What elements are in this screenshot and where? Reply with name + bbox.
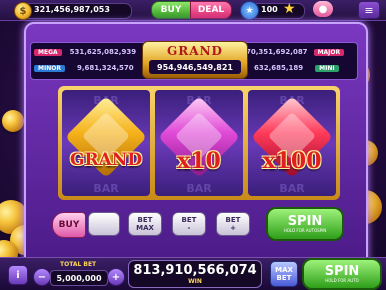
bet-max-line2: MAX — [136, 224, 154, 232]
level-value: 100 — [261, 5, 278, 14]
bet-decrease-button[interactable]: − — [33, 268, 51, 286]
reel-2: BAR x10 BAR — [155, 90, 243, 196]
coin-icon: $ — [14, 2, 32, 20]
win-value: 813,910,566,074 — [133, 263, 257, 278]
reel-3: BAR x100 BAR — [248, 90, 336, 196]
total-bet-label: TOTAL BET — [60, 261, 97, 268]
star-icon[interactable]: ★ — [283, 1, 296, 18]
jackpot-mega: MEGA 531,625,082,939 — [34, 45, 136, 59]
bet-minus-line1: BET — [181, 216, 197, 224]
reel-2-ghost-bottom: BAR — [186, 182, 212, 195]
grand-jackpot-value: 954,946,549,821 — [157, 62, 233, 72]
cabinet-spin-hint: HOLD FOR AUTOSPIN — [283, 227, 327, 233]
max-bet-line2: BET — [276, 274, 292, 282]
reel-1-ghost-bottom: BAR — [93, 182, 119, 195]
cabinet-spin-button[interactable]: SPIN HOLD FOR AUTOSPIN — [266, 207, 344, 241]
coin-balance: 321,456,987,053 — [34, 5, 110, 14]
deal-button[interactable]: DEAL — [190, 1, 232, 19]
jackpot-major: 70,351,692,087 MAJOR — [246, 45, 345, 59]
total-bet-box: 5,000,000 — [50, 270, 108, 286]
reel-1: BAR GRAND BAR — [62, 90, 150, 196]
bet-max-button[interactable]: BET MAX — [128, 212, 162, 236]
jackpot-mini-value: 632,685,189 — [254, 64, 304, 72]
buy-coins-button[interactable]: BUY — [151, 1, 191, 19]
bet-minus-line2: - — [187, 224, 191, 232]
win-label: WIN — [188, 278, 202, 285]
bet-max-line1: BET — [137, 216, 153, 224]
bet-plus-line1: BET — [225, 216, 241, 224]
grand-jackpot-banner: GRAND 954,946,549,821 — [142, 41, 248, 79]
grand-jackpot-title: GRAND — [167, 44, 223, 58]
buy-button[interactable]: BUY — [52, 212, 86, 238]
jackpot-minor-value: 9,681,324,570 — [76, 64, 134, 72]
grand-jackpot-value-box: 954,946,549,821 — [149, 60, 241, 74]
spin-hint: HOLD FOR AUTO — [325, 277, 359, 283]
piggy-bank-icon[interactable]: ● — [313, 1, 333, 17]
paytable-button[interactable]: i — [8, 265, 28, 285]
cabinet-spin-label: SPIN — [287, 213, 323, 229]
jackpot-mini: 632,685,189 MINI — [246, 61, 339, 75]
bet-minus-button[interactable]: BET - — [172, 212, 206, 236]
level-badge-icon: ★ — [240, 1, 259, 20]
spin-label: SPIN — [324, 263, 360, 279]
jackpot-minor-label: MINOR — [34, 64, 65, 72]
reel-2-symbol-label: x10 — [177, 148, 221, 174]
bet-plus-line2: + — [230, 224, 236, 232]
max-bet-line1: MAX — [275, 266, 293, 274]
jackpot-mega-label: MEGA — [34, 48, 62, 56]
top-bar: $ 321,456,987,053 BUY DEAL ★ 100 ★ ● ≡ — [0, 0, 386, 21]
total-bet-value: 5,000,000 — [56, 273, 102, 283]
reel-1-symbol-label: GRAND — [69, 150, 143, 170]
reel-3-ghost-bottom: BAR — [279, 182, 305, 195]
blank-button[interactable] — [88, 212, 120, 236]
win-box: 813,910,566,074 WIN — [128, 260, 262, 288]
jackpot-mini-label: MINI — [315, 64, 339, 72]
jackpot-major-label: MAJOR — [313, 48, 345, 56]
jackpot-mega-value: 531,625,082,939 — [69, 48, 137, 56]
jackpot-minor: MINOR 9,681,324,570 — [34, 61, 134, 75]
reel-3-symbol-label: x100 — [262, 148, 322, 174]
menu-button[interactable]: ≡ — [358, 1, 380, 19]
jackpot-major-value: 70,351,692,087 — [246, 48, 308, 56]
max-bet-button[interactable]: MAX BET — [270, 261, 298, 287]
bet-plus-button[interactable]: BET + — [216, 212, 250, 236]
reel-frame: BAR GRAND BAR BAR x10 BAR BAR x100 BAR — [58, 86, 340, 200]
bet-increase-button[interactable]: + — [107, 268, 125, 286]
spin-button[interactable]: SPIN HOLD FOR AUTO — [302, 258, 382, 290]
